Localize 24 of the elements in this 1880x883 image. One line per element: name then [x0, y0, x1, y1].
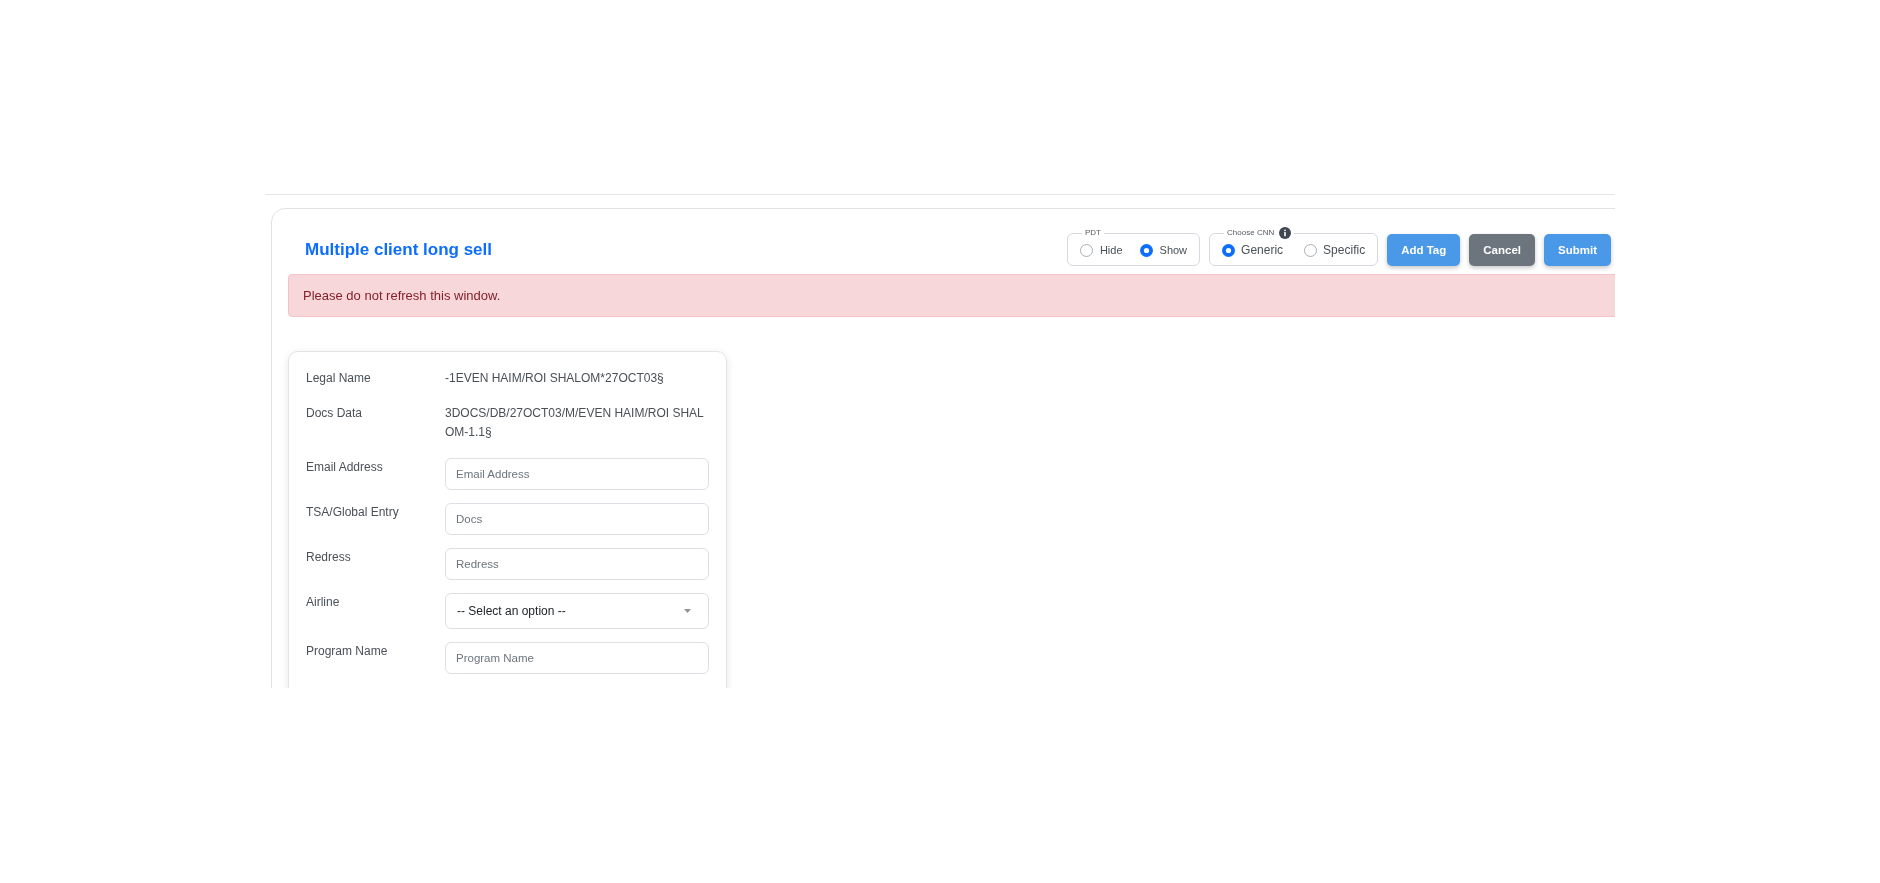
field-value: 3DOCS/DB/27OCT03/M/EVEN HAIM/ROI SHALOM-1.1§ [445, 404, 705, 441]
field-label: TSA/Global Entry [306, 503, 400, 521]
group-legend: Choose CNN [1227, 227, 1275, 239]
alert-message: Please do not refresh this window. [288, 274, 1615, 317]
page-title: Multiple client long sell [305, 239, 493, 261]
field-value: -1EVEN HAIM/ROI SHALOM*27OCT03§ [445, 369, 665, 387]
input-field[interactable]: Program Name [445, 641, 709, 674]
group-legend: PDT [1084, 227, 1101, 239]
radio-option[interactable]: Generic [1222, 242, 1284, 258]
field-label: Docs Data [306, 404, 364, 422]
field-label: Email Address [306, 458, 384, 476]
field-label: Redress [306, 548, 352, 566]
input-field[interactable]: Email Address [445, 457, 709, 490]
input-field[interactable]: Redress [445, 547, 709, 580]
input-field[interactable]: Docs [445, 502, 709, 535]
field-label: Legal Name [306, 369, 372, 387]
field-label: Program Name [306, 642, 389, 660]
radio-option[interactable]: Show [1139, 242, 1188, 258]
dropdown-select[interactable]: -- Select an option -- [445, 592, 709, 629]
radio-option[interactable]: Specific [1304, 242, 1366, 258]
field-label: Airline [306, 593, 341, 611]
action-button[interactable]: Cancel [1469, 234, 1535, 266]
caret-icon [684, 608, 691, 613]
radio-option[interactable]: Hide [1079, 242, 1123, 258]
